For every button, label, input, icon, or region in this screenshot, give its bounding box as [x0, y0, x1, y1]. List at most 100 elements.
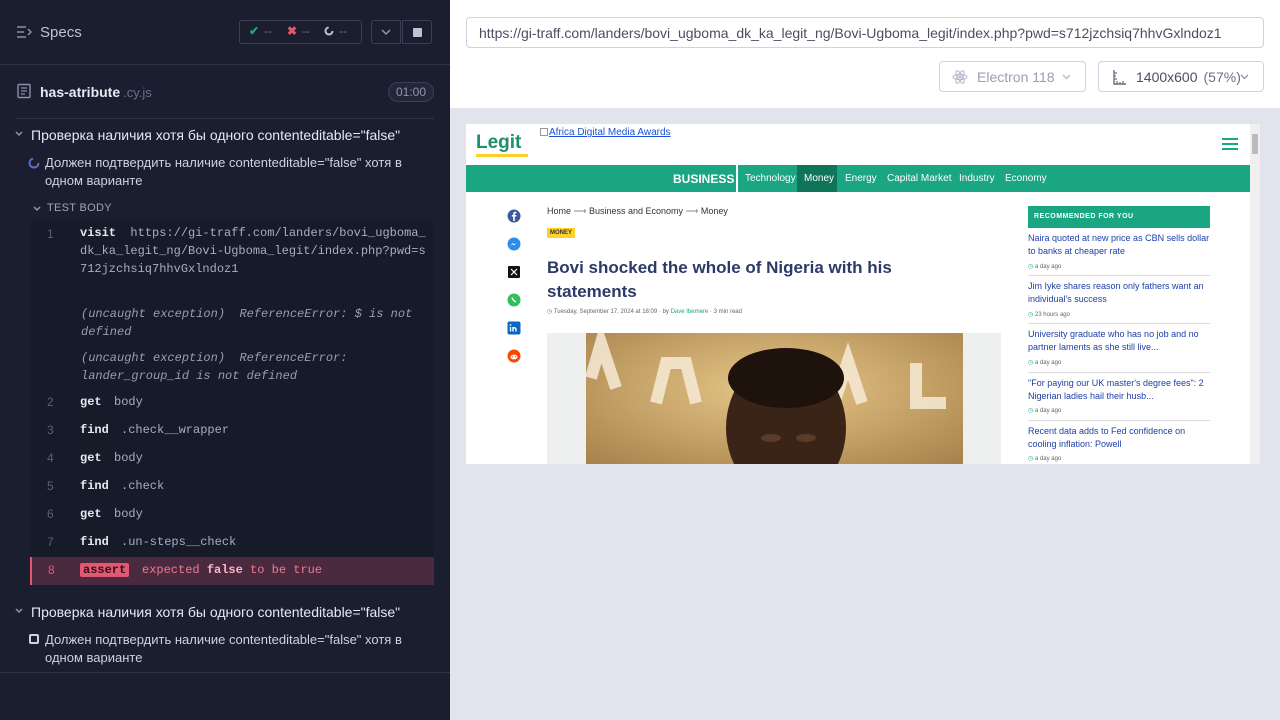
recommended-link[interactable]: University graduate who has no job and n… [1028, 328, 1210, 354]
divider [16, 118, 434, 119]
messenger-icon[interactable] [507, 237, 521, 251]
recommended-link[interactable]: Jim Iyke shares reason only fathers want… [1028, 280, 1210, 306]
breadcrumb-money[interactable]: Money [701, 206, 728, 216]
breadcrumb-home[interactable]: Home [547, 206, 571, 216]
divider [1028, 420, 1210, 421]
suite-row[interactable]: Проверка наличия хотя бы одного contente… [14, 601, 434, 623]
command-row-exception[interactable]: (uncaught exception) ReferenceError: lan… [30, 349, 434, 385]
command-row-exception[interactable]: (uncaught exception) ReferenceError: $ i… [30, 305, 434, 341]
electron-icon [952, 70, 968, 84]
aut-header: https://gi-traff.com/landers/bovi_ugboma… [450, 0, 1280, 108]
chevron-down-icon [15, 608, 23, 614]
nav-item-energy[interactable]: Energy [845, 173, 877, 184]
chevron-down-icon [1240, 74, 1249, 80]
spec-file-header: has-atribute .cy.js 01:00 [16, 80, 434, 104]
recommended-time: ◷ a day ago [1028, 408, 1062, 414]
breadcrumb-business[interactable]: Business and Economy [589, 206, 683, 216]
command-row[interactable]: 1 visit https://gi-traff.com/landers/bov… [30, 221, 434, 301]
clock-icon: ◷ [1028, 456, 1034, 462]
assert-badge: assert [80, 563, 130, 577]
clock-icon: ◷ [1028, 312, 1034, 318]
spec-file-name[interactable]: has-atribute .cy.js [40, 84, 152, 100]
scrollbar-thumb[interactable] [1252, 134, 1258, 154]
nav-divider [736, 165, 738, 192]
site-logo[interactable]: Legit [476, 132, 521, 154]
clock-icon: ◷ [1028, 264, 1034, 270]
test-row-pending[interactable]: Должен подтвердить наличие contenteditab… [28, 631, 428, 671]
nav-item-technology[interactable]: Technology [745, 173, 796, 184]
category-tag[interactable]: MONEY [547, 228, 576, 238]
nav-section-title[interactable]: BUSINESS [673, 172, 734, 186]
linkedin-icon[interactable] [507, 321, 521, 335]
chevron-down-icon [33, 206, 41, 212]
test-stats: ✔ -- ✖ -- -- [239, 20, 362, 44]
command-row[interactable]: 2 get body [30, 393, 434, 413]
x-icon[interactable] [507, 265, 521, 279]
reddit-icon[interactable] [507, 349, 521, 363]
stop-icon [413, 28, 422, 37]
command-log-panel: Specs ✔ -- ✖ -- -- has-atribute .cy.js 01:0… [0, 0, 450, 720]
url-display[interactable]: https://gi-traff.com/landers/bovi_ugboma… [466, 17, 1264, 48]
command-row[interactable]: 5 find .check [30, 477, 434, 497]
clock-icon: ◷ [1028, 408, 1034, 414]
failed-stat: ✖ -- [287, 24, 311, 38]
award-image-link[interactable]: Africa Digital Media Awards [540, 127, 671, 138]
recommended-link[interactable]: "For paying our UK master's degree fees"… [1028, 377, 1210, 403]
menu-icon[interactable] [1222, 138, 1238, 151]
broken-image-icon [540, 128, 548, 136]
clock-icon: ◷ [1028, 360, 1034, 366]
breadcrumb: Home ⟶ Business and Economy ⟶ Money [547, 206, 728, 216]
command-row[interactable]: 4 get body [30, 449, 434, 469]
test-title: Должен подтвердить наличие contenteditab… [45, 632, 402, 665]
toggle-auto-scroll-button[interactable] [371, 20, 401, 44]
browser-select-button[interactable]: Electron 118 [939, 61, 1086, 92]
recommended-time: ◷ a day ago [1028, 360, 1062, 366]
article-meta: ◷ Tuesday, September 17, 2024 at 18:09 ·… [547, 309, 742, 315]
clock-icon: ◷ [547, 309, 553, 315]
chevron-down-icon [15, 131, 23, 137]
nav-item-industry[interactable]: Industry [959, 173, 995, 184]
suite-row[interactable]: Проверка наличия хотя бы одного contente… [14, 124, 434, 146]
author-link[interactable]: Dave Ibemere [671, 309, 709, 315]
specs-link[interactable]: Specs [40, 24, 82, 41]
chevron-down-icon [1062, 74, 1071, 80]
failed-assert-row[interactable]: 8 assert expected false to be true [30, 557, 434, 585]
ruler-icon [1113, 70, 1126, 85]
specs-list-icon[interactable] [16, 24, 32, 40]
divider [1028, 275, 1210, 276]
divider [1028, 372, 1210, 373]
divider [0, 672, 450, 673]
nav-item-economy[interactable]: Economy [1005, 173, 1047, 184]
recommended-heading: RECOMMENDED FOR YOU [1028, 206, 1210, 228]
recommended-time: ◷ 23 hours ago [1028, 312, 1070, 318]
recommended-time: ◷ a day ago [1028, 456, 1062, 462]
recommended-link[interactable]: Recent data adds to Fed confidence on co… [1028, 425, 1210, 451]
whatsapp-icon[interactable] [507, 293, 521, 307]
command-row[interactable]: 6 get body [30, 505, 434, 525]
command-row[interactable]: 7 find .un-steps__check [30, 533, 434, 553]
stop-button[interactable] [402, 20, 432, 44]
suite-title: Проверка наличия хотя бы одного contente… [31, 127, 401, 143]
recommended-time: ◷ a day ago [1028, 264, 1062, 270]
chevron-down-icon [381, 29, 391, 36]
section-nav: BUSINESS Technology Money Energy Capital… [466, 165, 1250, 192]
facebook-icon[interactable] [507, 209, 521, 223]
viewport-button[interactable]: 1400x600 (57%) [1098, 61, 1264, 92]
command-list: 1 visit https://gi-traff.com/landers/bov… [30, 221, 434, 585]
nav-item-capital-market[interactable]: Capital Market [887, 173, 951, 184]
file-icon [17, 83, 31, 99]
passed-stat: ✔ -- [249, 24, 273, 38]
nav-item-money[interactable]: Money [804, 173, 834, 184]
command-row[interactable]: 3 find .check__wrapper [30, 421, 434, 441]
article-headline: Bovi shocked the whole of Nigeria with h… [547, 258, 892, 301]
test-title: Должен подтвердить наличие contenteditab… [45, 155, 402, 188]
article-hero-image [547, 333, 1001, 464]
recommended-link[interactable]: Naira quoted at new price as CBN sells d… [1028, 232, 1210, 258]
pending-icon [324, 26, 334, 36]
pending-stat: -- [324, 24, 347, 38]
duration-badge: 01:00 [387, 82, 434, 102]
app-under-test-frame[interactable]: Legit Africa Digital Media Awards BUSINE… [466, 124, 1260, 464]
suite-title: Проверка наличия хотя бы одного contente… [31, 604, 401, 620]
test-row-running[interactable]: Должен подтвердить наличие contenteditab… [28, 154, 428, 194]
frame-scrollbar[interactable] [1250, 124, 1260, 464]
